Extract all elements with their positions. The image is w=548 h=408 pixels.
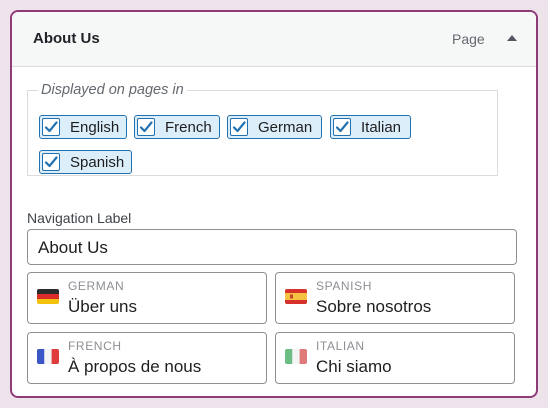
translation-field-italian[interactable]: ITALIAN Chi siamo	[275, 332, 515, 384]
displayed-pages-legend: Displayed on pages in	[41, 82, 184, 98]
navigation-label-input[interactable]: About Us	[27, 229, 517, 265]
arrow-up-icon	[507, 35, 517, 41]
translation-value: Sobre nosotros	[316, 297, 432, 316]
translation-value: À propos de nous	[68, 357, 202, 376]
menu-item-panel: About Us Page Displayed on pages in Engl…	[10, 10, 538, 398]
checkbox-checked-icon	[42, 118, 60, 136]
translation-value: Über uns	[68, 297, 137, 316]
language-checkbox-french[interactable]: French	[134, 115, 220, 139]
language-label: Spanish	[70, 154, 125, 171]
translation-language-label: FRENCH	[68, 339, 122, 353]
language-checkbox-italian[interactable]: Italian	[330, 115, 411, 139]
translation-value: Chi siamo	[316, 357, 392, 376]
panel-header[interactable]: About Us Page	[12, 12, 536, 67]
translation-language-label: SPANISH	[316, 279, 372, 293]
language-label: French	[165, 119, 212, 136]
translation-language-label: GERMAN	[68, 279, 125, 293]
german-flag-icon	[37, 289, 59, 304]
checkbox-checked-icon	[333, 118, 351, 136]
checkbox-checked-icon	[137, 118, 155, 136]
language-checkbox-english[interactable]: English	[39, 115, 127, 139]
language-checkbox-german[interactable]: German	[227, 115, 322, 139]
translation-field-french[interactable]: FRENCH À propos de nous	[27, 332, 267, 384]
translation-field-spanish[interactable]: SPANISH Sobre nosotros	[275, 272, 515, 324]
checkbox-checked-icon	[42, 153, 60, 171]
translation-language-label: ITALIAN	[316, 339, 365, 353]
italian-flag-icon	[285, 349, 307, 364]
navigation-label-value: About Us	[38, 238, 108, 257]
item-type-label: Page	[452, 31, 485, 47]
spanish-flag-icon	[285, 289, 307, 304]
collapse-toggle[interactable]	[504, 30, 520, 46]
translation-field-german[interactable]: GERMAN Über uns	[27, 272, 267, 324]
language-label: German	[258, 119, 313, 136]
french-flag-icon	[37, 349, 59, 364]
panel-title: About Us	[33, 30, 100, 47]
language-checkbox-spanish[interactable]: Spanish	[39, 150, 132, 174]
language-label: Italian	[361, 119, 402, 136]
checkbox-checked-icon	[230, 118, 248, 136]
navigation-label-heading: Navigation Label	[27, 210, 132, 226]
language-label: English	[70, 119, 120, 136]
